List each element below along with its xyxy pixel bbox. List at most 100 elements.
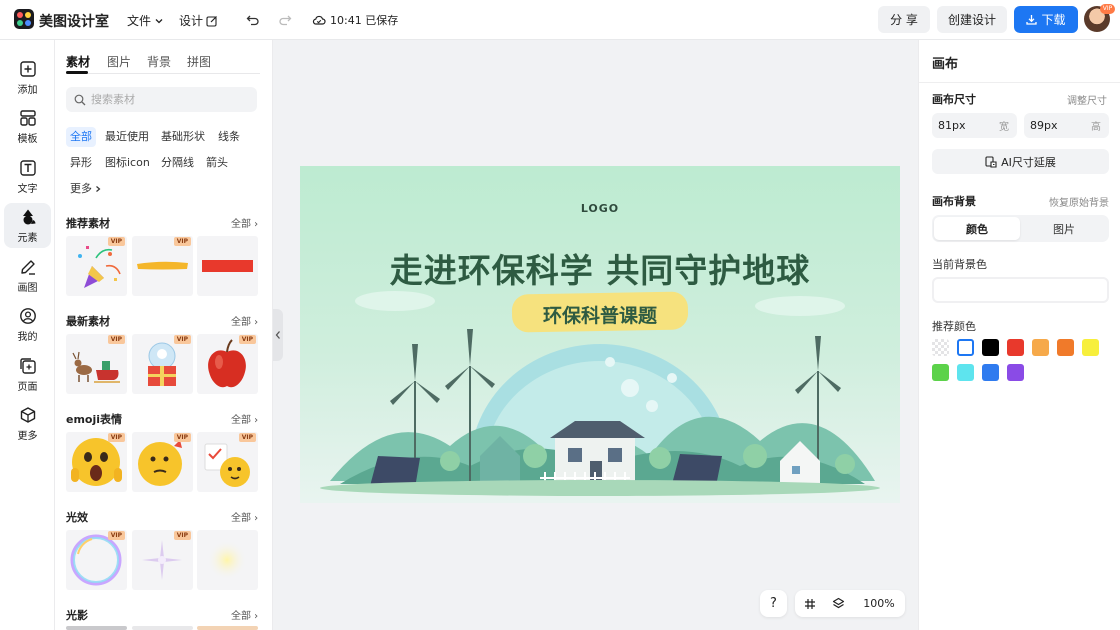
swatch-purple[interactable] bbox=[1007, 364, 1024, 381]
asset-red-bar[interactable] bbox=[197, 236, 258, 296]
asset-reindeer-sleigh[interactable]: VIP bbox=[66, 334, 127, 394]
rail-item-text[interactable]: 文字 bbox=[4, 154, 51, 199]
asset-emoji-thinking[interactable]: VIP bbox=[132, 432, 193, 492]
rail-item-add[interactable]: 添加 bbox=[4, 55, 51, 100]
swatch-green[interactable] bbox=[932, 364, 949, 381]
download-icon bbox=[1026, 15, 1038, 25]
design-menu[interactable]: 设计 bbox=[179, 12, 218, 29]
chip-lines[interactable]: 线条 bbox=[214, 127, 244, 147]
tab-backgrounds[interactable]: 背景 bbox=[147, 53, 171, 70]
save-status[interactable]: 10:41 已保存 bbox=[312, 12, 398, 28]
swatch-transparent[interactable] bbox=[932, 339, 949, 356]
rail-item-template[interactable]: 模板 bbox=[4, 104, 51, 149]
app-logo-icon[interactable] bbox=[14, 9, 34, 29]
rail-item-elements[interactable]: 元素 bbox=[4, 203, 51, 248]
poster-logo-text[interactable]: LOGO bbox=[300, 202, 900, 215]
rail-label-elements: 元素 bbox=[17, 232, 38, 244]
restore-background-link[interactable]: 恢复原始背景 bbox=[1049, 194, 1109, 209]
asset-star-flare[interactable]: VIP bbox=[132, 530, 193, 590]
section-more-recommended[interactable]: 全部 › bbox=[231, 215, 258, 230]
poster-title[interactable]: 走进环保科学 共同守护地球 bbox=[300, 244, 900, 292]
swatch-black[interactable] bbox=[982, 339, 999, 356]
download-button[interactable]: 下载 bbox=[1014, 6, 1078, 33]
chip-recent[interactable]: 最近使用 bbox=[101, 127, 153, 147]
user-avatar[interactable]: VIP bbox=[1084, 4, 1115, 32]
width-input[interactable] bbox=[938, 119, 988, 132]
properties-title: 画布 bbox=[932, 57, 959, 72]
section-more-label: 全部 bbox=[231, 317, 251, 328]
swatch-light-orange[interactable] bbox=[1032, 339, 1049, 356]
swatch-blue[interactable] bbox=[982, 364, 999, 381]
top-bar: 美图设计室 文件 设计 10:41 已保存 分 享 创建设计 下载 VIP bbox=[0, 0, 1120, 40]
cube-icon bbox=[20, 406, 35, 423]
section-title-light-shadow: 光影 bbox=[66, 609, 88, 622]
chip-icons[interactable]: 图标icon bbox=[101, 153, 154, 173]
file-menu[interactable]: 文件 bbox=[127, 12, 164, 29]
current-bg-color-field[interactable] bbox=[932, 277, 1109, 303]
layers-button[interactable] bbox=[827, 590, 849, 617]
chip-all[interactable]: 全部 bbox=[66, 127, 96, 147]
design-canvas[interactable]: LOGO 走进环保科学 共同守护地球 环保科普课题 bbox=[300, 166, 900, 503]
create-design-button[interactable]: 创建设计 bbox=[937, 6, 1007, 33]
share-button[interactable]: 分 享 bbox=[878, 6, 930, 33]
chip-basic-shapes[interactable]: 基础形状 bbox=[157, 127, 209, 147]
section-more-light-effects[interactable]: 全部 › bbox=[231, 509, 258, 524]
chip-arrows[interactable]: 箭头 bbox=[202, 153, 232, 173]
help-button[interactable]: ? bbox=[760, 590, 787, 617]
asset-emoji-shocked[interactable]: VIP bbox=[66, 432, 127, 492]
asset-emoji-checklist[interactable]: VIP bbox=[197, 432, 258, 492]
undo-button[interactable] bbox=[242, 9, 264, 31]
asset-bubble[interactable]: VIP bbox=[66, 530, 127, 590]
swatch-orange[interactable] bbox=[1057, 339, 1074, 356]
current-bg-color-label: 当前背景色 bbox=[932, 258, 987, 271]
rail-item-draw[interactable]: 画图 bbox=[4, 253, 51, 298]
search-input[interactable] bbox=[91, 93, 241, 106]
asset-yellow-brush[interactable]: VIP bbox=[132, 236, 193, 296]
asset-party-popper[interactable]: VIP bbox=[66, 236, 127, 296]
undo-icon bbox=[246, 15, 259, 26]
asset-light-shadow-2[interactable] bbox=[132, 626, 193, 630]
grid-toggle-button[interactable] bbox=[799, 590, 821, 617]
chip-irregular[interactable]: 异形 bbox=[66, 153, 96, 173]
redo-button[interactable] bbox=[274, 9, 296, 31]
chip-dividers[interactable]: 分隔线 bbox=[157, 153, 198, 173]
rail-item-pages[interactable]: 页面 bbox=[4, 352, 51, 397]
grid-icon bbox=[805, 598, 815, 609]
tab-images[interactable]: 图片 bbox=[107, 53, 131, 70]
width-field[interactable]: 宽 bbox=[932, 113, 1017, 138]
asset-red-apple[interactable]: VIP bbox=[197, 334, 258, 394]
ai-size-extend-button[interactable]: AI尺寸延展 bbox=[932, 149, 1109, 174]
poster-subtitle[interactable]: 环保科普课题 bbox=[300, 301, 900, 328]
asset-light-shadow-3[interactable] bbox=[197, 626, 258, 630]
segment-color[interactable]: 颜色 bbox=[934, 217, 1020, 240]
rail-item-more[interactable]: 更多 bbox=[4, 401, 51, 446]
swatch-red[interactable] bbox=[1007, 339, 1024, 356]
app-brand-name[interactable]: 美图设计室 bbox=[39, 11, 109, 31]
segment-image[interactable]: 图片 bbox=[1021, 217, 1107, 240]
save-status-text: 10:41 已保存 bbox=[330, 14, 399, 27]
swatch-cyan[interactable] bbox=[957, 364, 974, 381]
swatch-white-selected[interactable] bbox=[957, 339, 974, 356]
chip-more[interactable]: 更多 bbox=[66, 179, 106, 199]
canvas-background-label: 画布背景 bbox=[932, 195, 976, 208]
zoom-level[interactable]: 100% bbox=[857, 590, 901, 617]
page-add-icon bbox=[19, 357, 36, 374]
section-more-latest[interactable]: 全部 › bbox=[231, 313, 258, 328]
height-input[interactable] bbox=[1030, 119, 1080, 132]
asset-glow[interactable] bbox=[197, 530, 258, 590]
height-field[interactable]: 高 bbox=[1024, 113, 1109, 138]
rail-item-mine[interactable]: 我的 bbox=[4, 302, 51, 347]
user-icon bbox=[19, 307, 36, 324]
panel-collapse-button[interactable] bbox=[273, 309, 283, 361]
asset-snow-globe-gift[interactable]: VIP bbox=[132, 334, 193, 394]
asset-light-shadow-1[interactable] bbox=[66, 626, 127, 630]
swatch-yellow[interactable] bbox=[1082, 339, 1099, 356]
section-more-light-shadow[interactable]: 全部 › bbox=[231, 607, 258, 622]
section-more-label: 全部 bbox=[231, 219, 251, 230]
red-bar-image bbox=[202, 260, 253, 272]
tab-assets[interactable]: 素材 bbox=[66, 53, 90, 70]
section-more-emoji[interactable]: 全部 › bbox=[231, 411, 258, 426]
resize-link[interactable]: 调整尺寸 bbox=[1067, 92, 1107, 107]
tab-collage[interactable]: 拼图 bbox=[187, 53, 211, 70]
asset-search[interactable] bbox=[66, 87, 257, 112]
